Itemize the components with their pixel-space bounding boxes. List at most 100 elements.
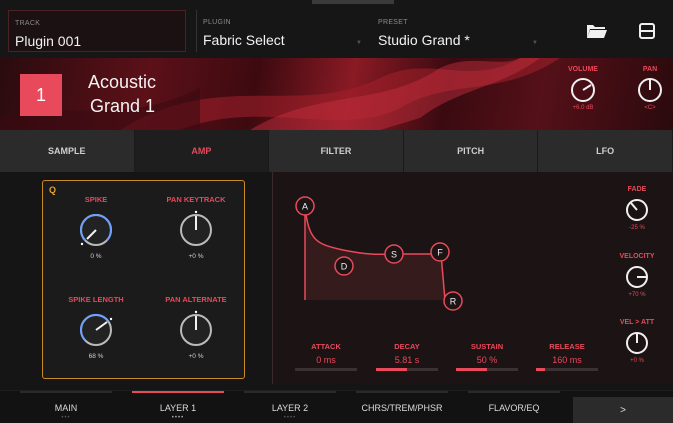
plugin-selector[interactable]: PLUGIN Fabric Select ▼ xyxy=(196,10,368,52)
page-dots: •••• xyxy=(171,415,185,421)
attack-bar xyxy=(295,368,357,371)
fade-dial-icon xyxy=(626,199,648,221)
bottom-tab-chrs-trem-phsr[interactable]: CHRS/TREM/PHSR xyxy=(346,391,458,423)
q-link-badge: Q xyxy=(49,185,57,195)
attack-control[interactable]: ATTACK 0 ms xyxy=(295,342,357,371)
tab-amp[interactable]: AMP xyxy=(134,130,270,172)
next-page-button[interactable]: > xyxy=(573,397,673,423)
instrument-name-line1: Acoustic xyxy=(88,72,157,92)
volume-dial-icon xyxy=(571,78,595,102)
envelope-panel: A D S F R ATTACK 0 ms DECAY 5.81 s SUSTA… xyxy=(272,172,673,384)
spike-label: SPIKE xyxy=(84,195,108,204)
top-bar: TRACK Plugin 001 PLUGIN Fabric Select ▼ … xyxy=(0,0,673,58)
plugin-value: Fabric Select xyxy=(203,32,285,48)
decay-label: DECAY xyxy=(394,342,420,351)
pan-value: <C> xyxy=(644,105,656,111)
pan-dial-icon xyxy=(638,78,662,102)
instrument-name-line2: Grand 1 xyxy=(90,96,156,116)
volume-label: VOLUME xyxy=(568,66,598,73)
spike-length-label: SPIKE LENGTH xyxy=(68,295,124,304)
envelope-node-release[interactable]: R xyxy=(443,291,463,311)
dropdown-arrow-icon: ▼ xyxy=(532,40,538,46)
bottom-tab-label: MAIN xyxy=(54,403,78,413)
pan-keytrack-knob[interactable]: PAN KEYTRACK +0 % xyxy=(148,195,244,260)
attack-label: ATTACK xyxy=(311,342,341,351)
folder-open-icon[interactable] xyxy=(586,22,608,40)
bottom-tab-indicator xyxy=(132,391,224,393)
release-value: 160 ms xyxy=(552,355,582,365)
page-dots: ••• xyxy=(61,415,71,421)
fade-knob[interactable]: FADE -25 % xyxy=(613,186,661,231)
svg-text:R: R xyxy=(450,297,457,307)
decay-value: 5.81 s xyxy=(394,355,420,365)
layer-number-badge: 1 xyxy=(20,74,62,116)
bottom-tab-indicator xyxy=(20,391,112,393)
bottom-tab-label: LAYER 2 xyxy=(271,403,309,413)
vel-att-dial-icon xyxy=(626,332,648,354)
track-selector[interactable]: TRACK Plugin 001 xyxy=(8,10,186,52)
bottom-tab-indicator xyxy=(244,391,336,393)
q-link-panel: Q SPIKE 0 % PAN KEYTRACK +0 % SPIKE LENG… xyxy=(42,180,245,379)
spike-value: 0 % xyxy=(90,253,102,260)
velocity-dial-icon xyxy=(626,266,648,288)
volume-knob[interactable]: VOLUME +6.0 dB xyxy=(560,66,606,111)
preset-value: Studio Grand * xyxy=(378,32,470,48)
pan-alternate-value: +0 % xyxy=(188,353,204,360)
svg-text:A: A xyxy=(302,202,308,212)
preset-caption: PRESET xyxy=(378,19,408,26)
sustain-control[interactable]: SUSTAIN 50 % xyxy=(456,342,518,371)
spike-length-dial-icon xyxy=(79,314,113,346)
release-bar xyxy=(536,368,598,371)
fade-value: -25 % xyxy=(629,225,645,231)
save-icon[interactable] xyxy=(638,22,656,40)
tab-filter[interactable]: FILTER xyxy=(269,130,404,172)
bottom-tab-label: LAYER 1 xyxy=(159,403,197,413)
section-tabs: SAMPLE AMP FILTER PITCH LFO xyxy=(0,130,673,172)
envelope-node-decay[interactable]: D xyxy=(334,256,354,276)
track-caption: TRACK xyxy=(15,20,41,27)
tab-sample[interactable]: SAMPLE xyxy=(0,130,135,172)
envelope-node-sustain[interactable]: S xyxy=(384,244,404,264)
spike-length-value: 68 % xyxy=(88,353,104,360)
envelope-node-attack[interactable]: A xyxy=(295,196,315,216)
svg-text:F: F xyxy=(437,248,443,258)
bottom-tab-main[interactable]: MAIN ••• xyxy=(10,391,122,423)
envelope-node-fade[interactable]: F xyxy=(430,242,450,262)
tab-pitch[interactable]: PITCH xyxy=(403,130,539,172)
bottom-tab-indicator xyxy=(468,391,560,393)
vel-att-value: +0 % xyxy=(630,358,644,364)
pan-keytrack-value: +0 % xyxy=(188,253,204,260)
vel-att-knob[interactable]: VEL > ATT +0 % xyxy=(613,319,661,364)
vel-att-label: VEL > ATT xyxy=(619,319,655,326)
plugin-caption: PLUGIN xyxy=(203,19,231,26)
spike-knob[interactable]: SPIKE 0 % xyxy=(48,195,144,260)
spike-length-knob[interactable]: SPIKE LENGTH 68 % xyxy=(48,295,144,360)
bottom-tab-layer-2[interactable]: LAYER 2 •••• xyxy=(234,391,346,423)
tab-lfo[interactable]: LFO xyxy=(538,130,673,172)
pan-keytrack-dial-icon xyxy=(180,210,212,246)
velocity-value: +70 % xyxy=(628,292,646,298)
decay-control[interactable]: DECAY 5.81 s xyxy=(376,342,438,371)
velocity-label: VELOCITY xyxy=(619,253,655,260)
preset-selector[interactable]: PRESET Studio Grand * ▼ xyxy=(372,10,544,52)
bottom-tab-layer-1[interactable]: LAYER 1 •••• xyxy=(122,391,234,423)
attack-value: 0 ms xyxy=(316,355,336,365)
instrument-name: Acoustic Grand 1 xyxy=(88,70,156,118)
pan-knob[interactable]: PAN <C> xyxy=(627,66,673,111)
spike-dial-icon xyxy=(80,213,112,246)
volume-value: +6.0 dB xyxy=(572,105,594,111)
instrument-header: 1 Acoustic Grand 1 VOLUME +6.0 dB PAN <C… xyxy=(0,58,673,130)
release-control[interactable]: RELEASE 160 ms xyxy=(536,342,598,371)
bottom-tab-label: CHRS/TREM/PHSR xyxy=(361,403,443,413)
bottom-tab-flavor-eq[interactable]: FLAVOR/EQ xyxy=(458,391,570,423)
pan-alternate-knob[interactable]: PAN ALTERNATE +0 % xyxy=(148,295,244,360)
pan-alternate-label: PAN ALTERNATE xyxy=(165,295,227,304)
release-label: RELEASE xyxy=(549,342,585,351)
dropdown-arrow-icon: ▼ xyxy=(356,40,362,46)
pan-label: PAN xyxy=(642,66,658,73)
svg-text:D: D xyxy=(341,262,348,272)
decay-bar xyxy=(376,368,438,371)
bottom-tab-label: FLAVOR/EQ xyxy=(488,403,540,413)
sustain-value: 50 % xyxy=(476,355,498,365)
velocity-knob[interactable]: VELOCITY +70 % xyxy=(613,253,661,298)
